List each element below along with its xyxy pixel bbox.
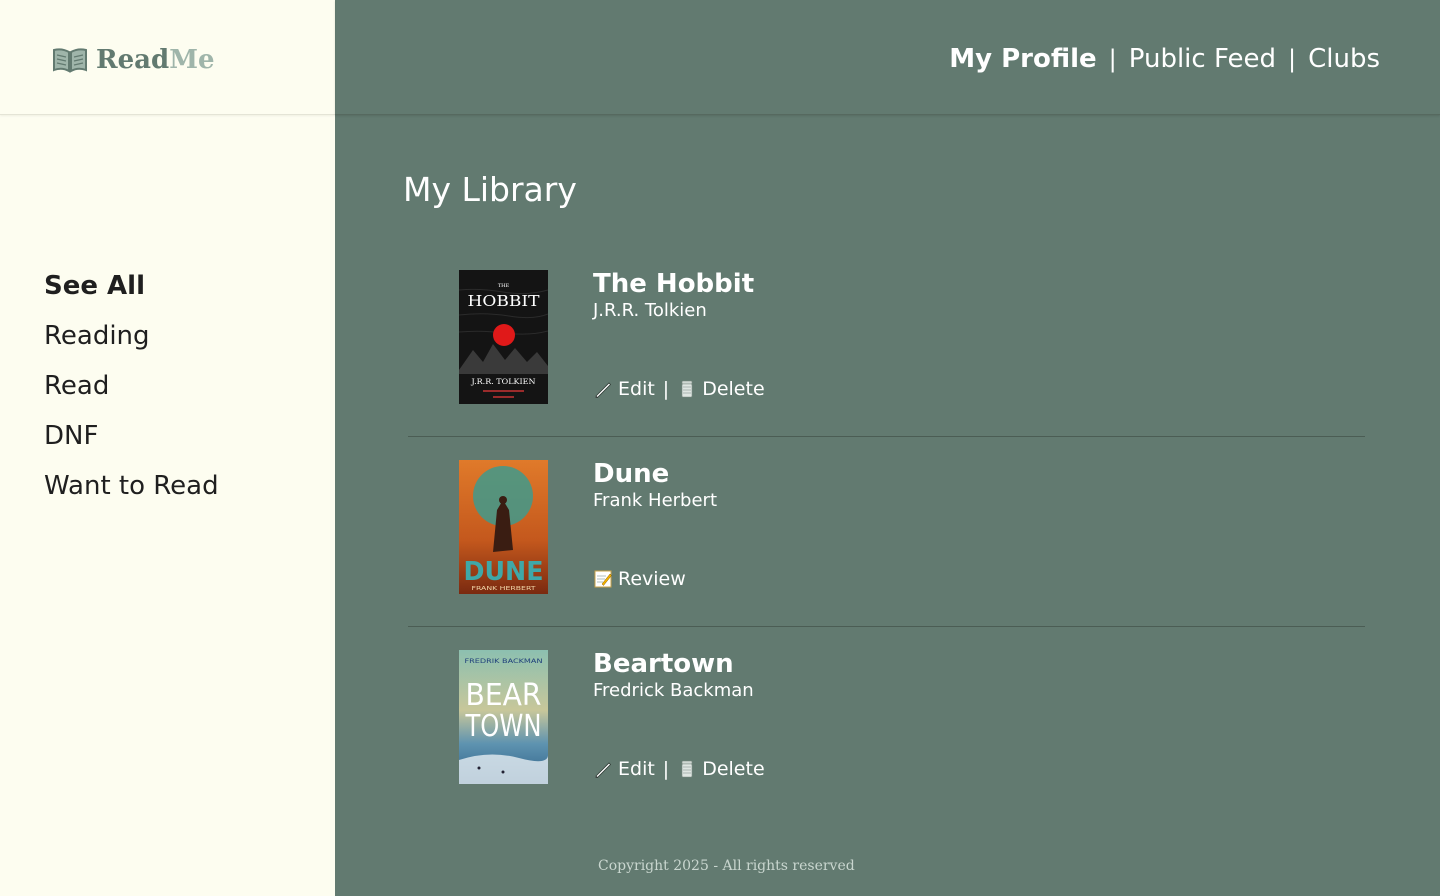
cover-title-line2: TOWN <box>465 709 542 744</box>
nav-my-profile[interactable]: My Profile <box>949 44 1096 74</box>
hobbit-cover-image: THE HOBBIT J.R.R. TOLKIEN <box>459 270 548 404</box>
open-book-icon <box>53 48 87 73</box>
action-separator: | <box>662 758 670 780</box>
sidebar: ReadMe See All Reading Read DNF Want to … <box>0 0 335 896</box>
sidebar-item-read[interactable]: Read <box>44 366 219 416</box>
book-list: THE HOBBIT J.R.R. TOLKIEN The Hobbit J.R… <box>408 250 1365 816</box>
sidebar-item-want-to-read[interactable]: Want to Read <box>44 466 219 516</box>
book-item: FREDRIK BACKMAN BEAR TOWN Beartown Fredr… <box>408 626 1365 816</box>
book-title[interactable]: The Hobbit <box>593 268 754 300</box>
delete-button[interactable]: Delete <box>677 758 765 780</box>
page-title: My Library <box>403 170 577 209</box>
book-cover[interactable]: THE HOBBIT J.R.R. TOLKIEN <box>459 270 548 404</box>
book-cover[interactable]: FREDRIK BACKMAN BEAR TOWN <box>459 650 548 784</box>
book-actions: Edit | Delete <box>593 758 765 780</box>
cover-author: FRANK HERBERT <box>472 586 537 592</box>
action-separator: | <box>662 378 670 400</box>
delete-label: Delete <box>702 758 765 780</box>
trash-icon <box>681 380 693 398</box>
review-button[interactable]: Review <box>593 568 686 590</box>
nav-separator: | <box>1288 45 1297 73</box>
cover-author: FREDRIK BACKMAN <box>465 657 543 665</box>
book-author: J.R.R. Tolkien <box>593 300 707 321</box>
brand-name-part1: Read <box>96 45 170 75</box>
brand-logo[interactable]: ReadMe <box>52 44 215 76</box>
edit-label: Edit <box>618 378 655 400</box>
book-actions: Edit | Delete <box>593 378 765 400</box>
sidebar-item-reading[interactable]: Reading <box>44 316 219 366</box>
cover-title: HOBBIT <box>468 292 540 310</box>
cover-top-text: THE <box>498 283 510 289</box>
book-item: THE HOBBIT J.R.R. TOLKIEN The Hobbit J.R… <box>408 250 1365 436</box>
book-cover[interactable]: DUNE FRANK HERBERT <box>459 460 548 594</box>
delete-label: Delete <box>702 378 765 400</box>
book-info: The Hobbit J.R.R. Tolkien <box>593 268 754 322</box>
pencil-icon <box>595 762 612 779</box>
sidebar-item-see-all[interactable]: See All <box>44 266 219 316</box>
pencil-icon <box>595 382 612 399</box>
edit-label: Edit <box>618 758 655 780</box>
book-info: Dune Frank Herbert <box>593 458 717 512</box>
book-actions: Review <box>593 568 686 590</box>
brand-name-part2: Me <box>169 45 215 75</box>
beartown-cover-image: FREDRIK BACKMAN BEAR TOWN <box>459 650 548 784</box>
top-nav: My Profile | Public Feed | Clubs <box>949 44 1380 74</box>
nav-clubs[interactable]: Clubs <box>1308 44 1380 74</box>
book-info: Beartown Fredrick Backman <box>593 648 754 702</box>
sidebar-item-dnf[interactable]: DNF <box>44 416 219 466</box>
nav-public-feed[interactable]: Public Feed <box>1129 44 1276 74</box>
book-author: Frank Herbert <box>593 490 717 511</box>
sidebar-nav: See All Reading Read DNF Want to Read <box>44 266 219 516</box>
footer-copyright: Copyright 2025 - All rights reserved <box>598 858 855 874</box>
edit-button[interactable]: Edit <box>593 758 655 780</box>
brand-name: ReadMe <box>96 45 215 75</box>
cover-title: DUNE <box>464 557 544 587</box>
dune-cover-image: DUNE FRANK HERBERT <box>459 460 548 594</box>
edit-button[interactable]: Edit <box>593 378 655 400</box>
cover-author: J.R.R. TOLKIEN <box>470 378 535 386</box>
book-title[interactable]: Dune <box>593 458 717 490</box>
logo-bar: ReadMe <box>0 0 335 115</box>
delete-button[interactable]: Delete <box>677 378 765 400</box>
book-item: DUNE FRANK HERBERT Dune Frank Herbert Re… <box>408 436 1365 626</box>
nav-separator: | <box>1108 45 1117 73</box>
trash-icon <box>681 760 693 778</box>
review-label: Review <box>618 568 686 590</box>
cover-title-line1: BEAR <box>466 678 542 713</box>
memo-icon <box>594 570 612 588</box>
top-bar: My Profile | Public Feed | Clubs <box>335 0 1440 115</box>
book-title[interactable]: Beartown <box>593 648 754 680</box>
book-author: Fredrick Backman <box>593 680 754 701</box>
